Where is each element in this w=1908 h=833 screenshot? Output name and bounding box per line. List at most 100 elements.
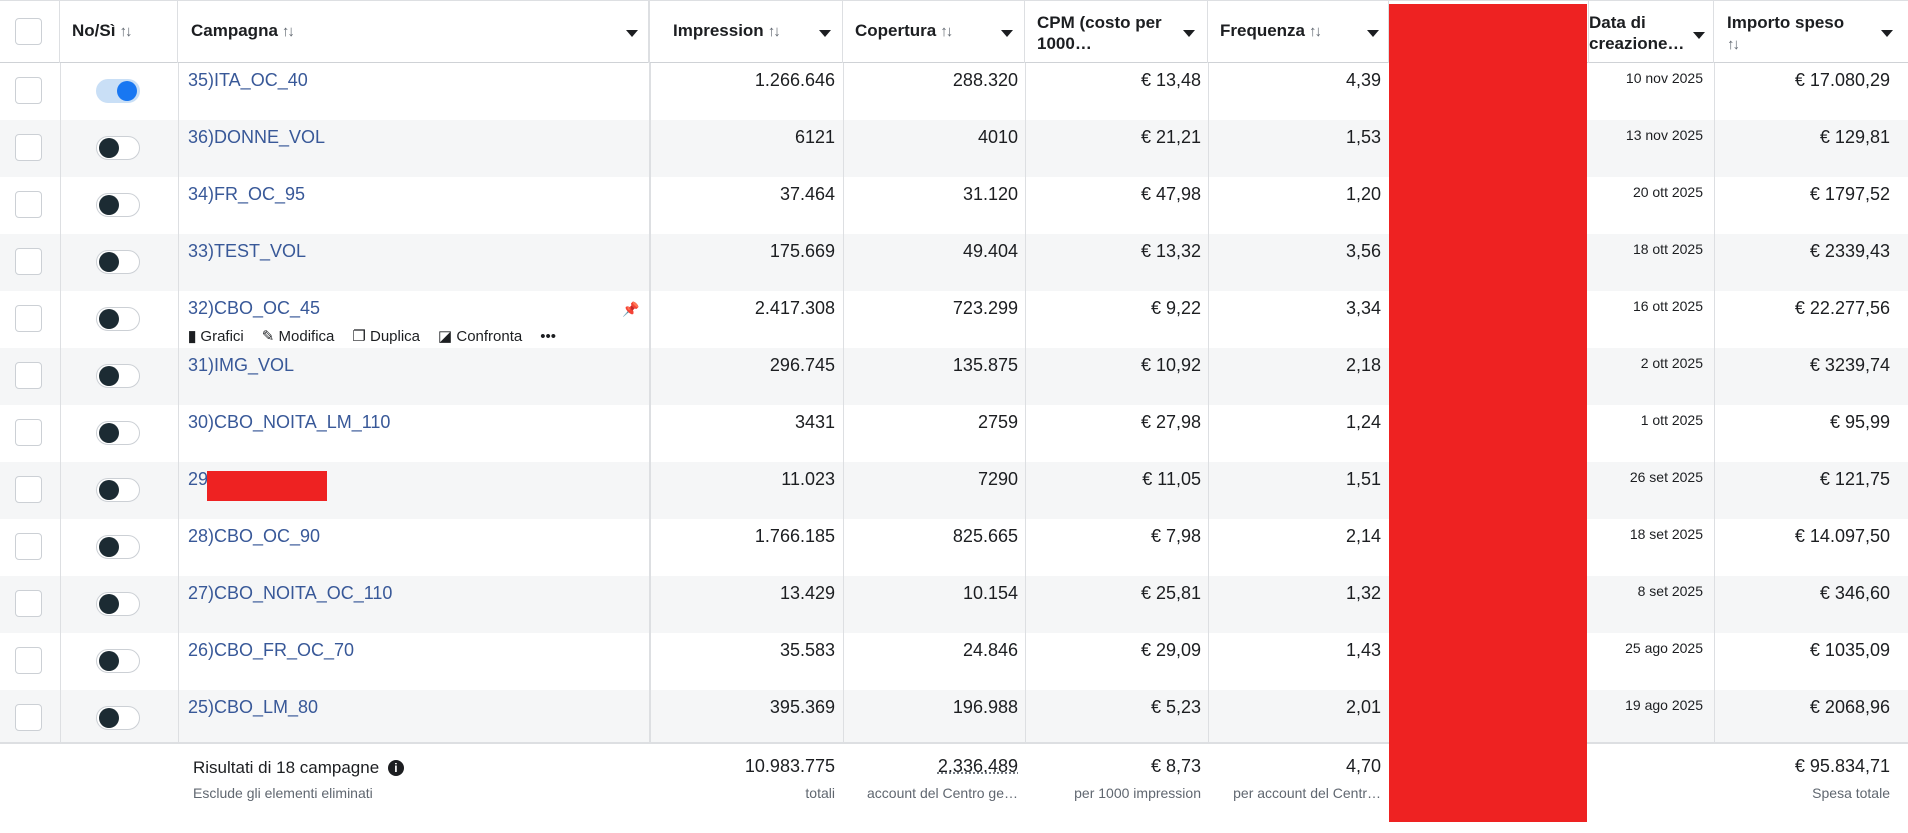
table-row[interactable]: 26)CBO_FR_OC_70 35.583 24.846 € 29,09 1,43 25… [0,633,1908,690]
campaign-name-link[interactable]: 30)CBO_NOITA_LM_110 [188,412,390,433]
chevron-down-icon[interactable] [1881,30,1893,37]
header-spent[interactable]: Importo speso ↑↓ [1714,1,1908,63]
frequency-cell: 1,20 [1346,184,1381,205]
campaign-toggle[interactable] [96,79,140,103]
table-row[interactable]: 25)CBO_LM_80 395.369 196.988 € 5,23 2,01 19 a… [0,690,1908,747]
campaign-name-link[interactable]: 32)CBO_OC_45 [188,298,320,319]
campaign-toggle[interactable] [96,592,140,616]
toggle-knob [99,138,119,158]
row-checkbox[interactable] [15,533,42,560]
frequency-cell: 3,56 [1346,241,1381,262]
row-checkbox[interactable] [15,305,42,332]
compare-icon: ◪ [438,328,456,345]
chevron-down-icon[interactable] [1183,30,1195,37]
campaign-name-link[interactable]: 35)ITA_OC_40 [188,70,308,91]
chevron-down-icon[interactable] [819,30,831,37]
frequency-cell: 3,34 [1346,298,1381,319]
total-reach[interactable]: 2.336.489 [938,756,1018,777]
campaign-toggle[interactable] [96,193,140,217]
row-checkbox[interactable] [15,134,42,161]
table-row[interactable]: 34)FR_OC_95 37.464 31.120 € 47,98 1,20 20 ott… [0,177,1908,234]
duplicate-action[interactable]: ❐ Duplica [352,328,420,345]
table-row[interactable]: 29 11.023 7290 € 11,05 1,51 26 set 2025 € 121,… [0,462,1908,519]
row-checkbox[interactable] [15,704,42,731]
total-reach-sub: account del Centro ge… [867,785,1018,801]
row-checkbox[interactable] [15,647,42,674]
sort-icon[interactable]: ↑↓ [282,23,293,40]
header-impressions-label: Impression [673,21,764,40]
cpm-cell: € 5,23 [1151,697,1201,718]
campaign-name-link[interactable]: 25)CBO_LM_80 [188,697,318,718]
chevron-down-icon[interactable] [1693,32,1705,39]
select-all-checkbox[interactable] [15,18,42,45]
sort-icon[interactable]: ↑↓ [1727,36,1738,53]
campaign-name-link[interactable]: 26)CBO_FR_OC_70 [188,640,354,661]
edit-action[interactable]: ✎ Modifica [262,328,335,345]
row-checkbox[interactable] [15,248,42,275]
total-impressions-sub: totali [805,785,835,801]
table-row[interactable]: 30)CBO_NOITA_LM_110 3431 2759 € 27,98 1,24 1 … [0,405,1908,462]
campaign-toggle[interactable] [96,706,140,730]
reach-cell: 49.404 [963,241,1018,262]
campaign-toggle[interactable] [96,136,140,160]
campaign-toggle[interactable] [96,364,140,388]
header-reach[interactable]: Copertura ↑↓ [843,1,1025,63]
cpm-cell: € 11,05 [1142,469,1201,490]
header-impressions[interactable]: Impression ↑↓ [650,1,843,63]
charts-action[interactable]: ▮ Grafici [188,328,244,345]
created-date-cell: 16 ott 2025 [1633,298,1703,314]
reach-cell: 2759 [978,412,1018,433]
campaign-toggle[interactable] [96,250,140,274]
total-spent-sub: Spesa totale [1812,785,1890,801]
created-date-cell: 2 ott 2025 [1641,355,1703,371]
chevron-down-icon[interactable] [1367,30,1379,37]
toggle-knob [99,195,119,215]
header-campaign[interactable]: Campagna ↑↓ [178,1,650,63]
campaign-name-link[interactable]: 31)IMG_VOL [188,355,294,376]
table-row[interactable]: 27)CBO_NOITA_OC_110 13.429 10.154 € 25,81 1,… [0,576,1908,633]
row-checkbox[interactable] [15,419,42,446]
reach-cell: 31.120 [963,184,1018,205]
sort-icon[interactable]: ↑↓ [940,23,951,40]
chevron-down-icon[interactable] [626,30,638,37]
cpm-cell: € 29,09 [1141,640,1201,661]
row-checkbox[interactable] [15,590,42,617]
row-checkbox[interactable] [15,362,42,389]
table-row[interactable]: 33)TEST_VOL 175.669 49.404 € 13,32 3,56 18 ot… [0,234,1908,291]
campaign-toggle[interactable] [96,307,140,331]
campaign-name-link[interactable]: 34)FR_OC_95 [188,184,305,205]
reach-cell: 825.665 [953,526,1018,547]
more-options-icon[interactable]: ••• [540,328,556,345]
sort-icon[interactable]: ↑↓ [1309,23,1320,40]
table-row[interactable]: 31)IMG_VOL 296.745 135.875 € 10,92 2,18 2 ott… [0,348,1908,405]
pin-icon[interactable]: 📌 [622,301,639,318]
row-checkbox[interactable] [15,77,42,104]
sort-icon[interactable]: ↑↓ [119,23,130,40]
campaign-name-link[interactable]: 33)TEST_VOL [188,241,306,262]
header-frequency[interactable]: Frequenza ↑↓ [1208,1,1389,63]
header-cpm[interactable]: CPM (costo per 1000… [1025,1,1208,63]
sort-icon[interactable]: ↑↓ [768,23,779,40]
campaign-toggle[interactable] [96,649,140,673]
table-row[interactable]: 28)CBO_OC_90 1.766.185 825.665 € 7,98 2,14 18… [0,519,1908,576]
row-checkbox[interactable] [15,476,42,503]
impressions-cell: 37.464 [780,184,835,205]
chevron-down-icon[interactable] [1001,30,1013,37]
campaign-toggle[interactable] [96,421,140,445]
info-icon[interactable]: i [388,760,404,776]
row-checkbox[interactable] [15,191,42,218]
frequency-cell: 1,51 [1346,469,1381,490]
table-row[interactable]: 36)DONNE_VOL 6121 4010 € 21,21 1,53 13 nov 20… [0,120,1908,177]
campaign-name-link[interactable]: 36)DONNE_VOL [188,127,325,148]
table-row[interactable]: 32)CBO_OC_45 2.417.308 723.299 € 9,22 3,34 16… [0,291,1908,348]
header-date[interactable]: Data di creazione… [1589,1,1714,63]
cpm-cell: € 10,92 [1141,355,1201,376]
campaign-toggle[interactable] [96,478,140,502]
header-toggle[interactable]: No/Sì ↑↓ [60,1,178,63]
compare-action[interactable]: ◪ Confronta [438,328,522,345]
campaign-name-link[interactable]: 29 [188,469,208,490]
campaign-toggle[interactable] [96,535,140,559]
table-row[interactable]: 35)ITA_OC_40 1.266.646 288.320 € 13,48 4,39 1… [0,63,1908,120]
campaign-name-link[interactable]: 27)CBO_NOITA_OC_110 [188,583,392,604]
campaign-name-link[interactable]: 28)CBO_OC_90 [188,526,320,547]
